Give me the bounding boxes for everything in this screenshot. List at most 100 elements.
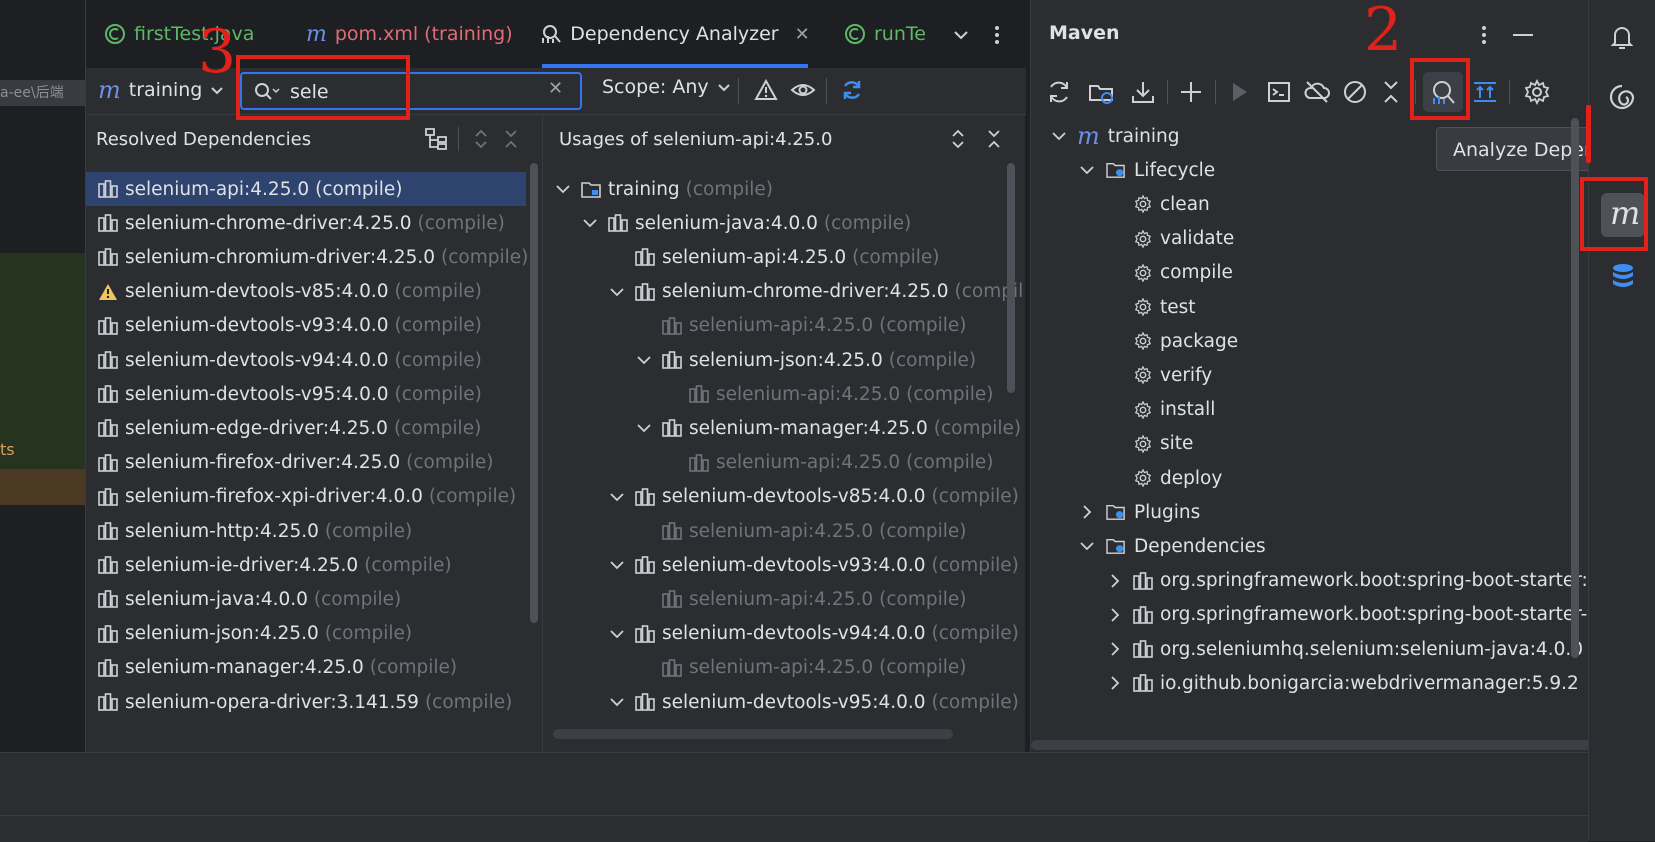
dependency-search[interactable]: ✕ (240, 72, 582, 110)
maven-tree-node[interactable]: Plugins (1031, 495, 1589, 529)
resolved-dependency-row[interactable]: selenium-json:4.25.0 (compile) (86, 617, 526, 651)
maven-tree-node[interactable]: verify (1031, 358, 1589, 392)
usage-tree-node[interactable]: selenium-api:4.25.0 (compile) (543, 377, 1025, 411)
maven-tree-node[interactable]: install (1031, 393, 1589, 427)
resolved-dependency-row[interactable]: selenium-devtools-v93:4.0.0 (compile) (86, 309, 526, 343)
usage-tree-node[interactable]: selenium-devtools-v93:4.0.0 (compile) (543, 548, 1025, 582)
maven-tree-node[interactable]: site (1031, 427, 1589, 461)
chevron-right-icon[interactable] (1107, 607, 1123, 623)
usage-tree-node[interactable]: selenium-devtools-v85:4.0.0 (compile) (543, 480, 1025, 514)
chevron-down-icon[interactable] (1079, 538, 1095, 554)
offline-mode-icon[interactable] (1303, 78, 1331, 106)
resolved-dependency-row[interactable]: selenium-java:4.0.0 (compile) (86, 582, 526, 616)
chevron-down-icon[interactable] (1079, 162, 1095, 178)
usage-tree-node[interactable]: selenium-json:4.25.0 (compile) (543, 343, 1025, 377)
maven-scrollbar[interactable] (1571, 118, 1579, 658)
usage-tree-node[interactable]: selenium-api:4.25.0 (compile) (543, 651, 1025, 685)
tab-first-test[interactable]: firstTest.java (104, 0, 274, 68)
maven-tree-node[interactable]: Lifecycle (1031, 153, 1589, 187)
maven-horizontal-scrollbar[interactable] (1031, 740, 1589, 750)
chevron-right-icon[interactable] (1079, 504, 1095, 520)
chevron-right-icon[interactable] (1107, 573, 1123, 589)
maven-tree-node[interactable]: org.springframework.boot:spring-boot-sta… (1031, 564, 1589, 598)
eye-icon[interactable] (790, 80, 816, 100)
usage-tree-node[interactable]: selenium-api:4.25.0 (compile) (543, 309, 1025, 343)
chevron-down-icon[interactable] (555, 181, 571, 197)
maven-tree-node[interactable]: org.springframework.boot:spring-boot-sta… (1031, 598, 1589, 632)
usage-tree-node[interactable]: selenium-devtools-v95:4.0.0 (compile) (543, 685, 1025, 719)
chevron-down-icon[interactable] (609, 694, 625, 710)
show-diagram-icon[interactable] (1471, 78, 1499, 106)
refresh-icon[interactable] (840, 78, 864, 102)
usage-tree-node[interactable]: selenium-java:4.0.0 (compile) (543, 206, 1025, 240)
add-icon[interactable] (1177, 78, 1205, 106)
resolved-dependency-row[interactable]: selenium-manager:4.25.0 (compile) (86, 651, 526, 685)
more-options-icon[interactable] (988, 24, 1006, 46)
group-view-icon[interactable] (424, 127, 448, 151)
maven-tree-node[interactable]: io.github.bonigarcia:webdrivermanager:5.… (1031, 666, 1589, 700)
maven-tree-node[interactable]: Dependencies (1031, 529, 1589, 563)
usage-tree-node[interactable]: selenium-manager:4.25.0 (compile) (543, 411, 1025, 445)
chevron-down-icon[interactable] (582, 215, 598, 231)
execute-goal-icon[interactable] (1265, 78, 1293, 106)
expand-collapse-icon[interactable] (472, 127, 490, 151)
chevron-down-icon[interactable] (952, 26, 970, 44)
database-icon[interactable] (1609, 262, 1637, 292)
chevron-down-icon[interactable] (636, 352, 652, 368)
maven-tool-button[interactable]: m (1601, 193, 1645, 237)
usage-tree-node[interactable]: selenium-api:4.25.0 (compile) (543, 240, 1025, 274)
chevron-down-icon[interactable] (609, 557, 625, 573)
close-icon[interactable]: ✕ (795, 24, 808, 45)
resolved-dependency-row[interactable]: selenium-chromium-driver:4.25.0 (compile) (86, 240, 528, 274)
usages-scrollbar[interactable] (1007, 163, 1015, 393)
resolved-dependency-row[interactable]: selenium-chrome-driver:4.25.0 (compile) (86, 206, 526, 240)
usage-tree-node[interactable]: selenium-api:4.25.0 (compile) (543, 514, 1025, 548)
resolved-dependency-row[interactable]: selenium-opera-driver:3.141.59 (compile) (86, 685, 526, 719)
more-options-icon[interactable] (1475, 24, 1493, 46)
resolved-dependency-row[interactable]: selenium-edge-driver:4.25.0 (compile) (86, 411, 526, 445)
clear-search-icon[interactable]: ✕ (548, 78, 563, 99)
maven-tree-node[interactable]: m training (1031, 119, 1589, 153)
resolved-dependency-row[interactable]: selenium-devtools-v95:4.0.0 (compile) (86, 377, 526, 411)
chevron-right-icon[interactable] (1107, 675, 1123, 691)
resolved-dependency-row[interactable]: selenium-ie-driver:4.25.0 (compile) (86, 548, 526, 582)
resolved-dependency-row[interactable]: selenium-devtools-v85:4.0.0 (compile) (86, 275, 526, 309)
tab-dependency-analyzer[interactable]: Dependency Analyzer ✕ (542, 0, 808, 68)
usage-tree-node[interactable]: selenium-api:4.25.0 (compile) (543, 446, 1025, 480)
maven-tree-node[interactable]: deploy (1031, 461, 1589, 495)
maven-tree-node[interactable]: clean (1031, 187, 1589, 221)
tab-pom-xml[interactable]: m pom.xml (training) (306, 0, 516, 68)
chevron-down-icon[interactable] (609, 489, 625, 505)
generate-sources-icon[interactable] (1087, 78, 1115, 106)
maven-tree-node[interactable]: test (1031, 290, 1589, 324)
chevron-right-icon[interactable] (1107, 641, 1123, 657)
chevron-down-icon[interactable] (609, 626, 625, 642)
collapse-all-icon[interactable] (1377, 78, 1405, 106)
resolved-dependency-row[interactable]: selenium-http:4.25.0 (compile) (86, 514, 526, 548)
resolved-dependency-row[interactable]: selenium-firefox-driver:4.25.0 (compile) (86, 446, 526, 480)
maven-tree-node[interactable]: compile (1031, 256, 1589, 290)
resolved-dependency-row[interactable]: selenium-api:4.25.0 (compile) (86, 172, 526, 206)
usage-tree-node[interactable]: selenium-chrome-driver:4.25.0 (compil (543, 275, 1025, 309)
download-icon[interactable] (1129, 78, 1157, 106)
analyze-dependencies-button[interactable] (1423, 72, 1463, 112)
resolved-dependency-row[interactable]: selenium-firefox-xpi-driver:4.0.0 (compil… (86, 480, 526, 514)
settings-icon[interactable] (1523, 78, 1551, 106)
skip-tests-icon[interactable] (1341, 78, 1369, 106)
scope-selector[interactable]: Scope: Any (602, 76, 731, 98)
usage-tree-node[interactable]: selenium-api:4.25.0 (compile) (543, 582, 1025, 616)
tab-run-test[interactable]: runTe (844, 0, 936, 68)
maven-tree-node[interactable]: package (1031, 324, 1589, 358)
notifications-icon[interactable] (1607, 22, 1637, 52)
chevron-down-icon[interactable] (609, 284, 625, 300)
usages-horizontal-scrollbar[interactable] (553, 729, 953, 739)
warning-icon[interactable] (754, 79, 778, 101)
expand-collapse-icon[interactable] (949, 127, 967, 151)
resolved-scrollbar[interactable] (530, 163, 538, 623)
resolved-dependency-row[interactable]: selenium-devtools-v94:4.0.0 (compile) (86, 343, 526, 377)
collapse-all-icon[interactable] (502, 129, 520, 149)
chevron-down-icon[interactable] (636, 420, 652, 436)
search-input[interactable] (288, 79, 532, 105)
minimize-icon[interactable] (1513, 34, 1533, 36)
maven-tree-node[interactable]: validate (1031, 222, 1589, 256)
